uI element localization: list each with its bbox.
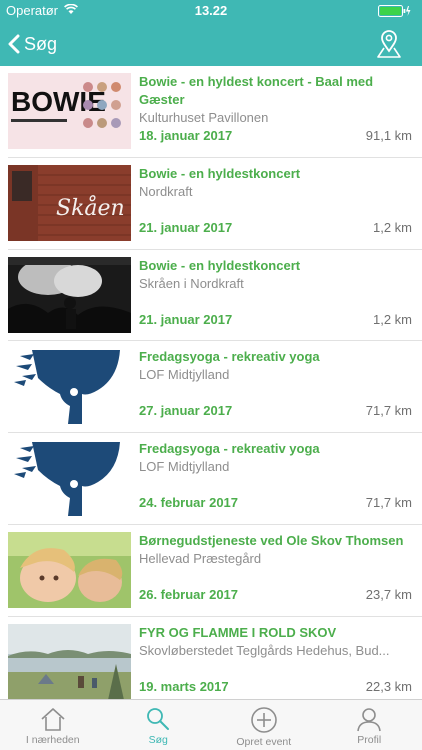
event-venue: Nordkraft: [139, 183, 193, 199]
event-date: 27. januar 2017: [139, 403, 233, 419]
status-bar: Operatør 13.22: [0, 0, 422, 22]
event-thumbnail: [8, 531, 131, 608]
event-thumbnail: [8, 348, 131, 425]
event-date: 18. januar 2017: [139, 128, 233, 143]
event-row[interactable]: Skåen Bowie - en hyldestkoncert Nordkraf…: [8, 158, 422, 250]
event-title: Fredagsyoga - rekreativ yoga: [139, 441, 320, 457]
event-row[interactable]: Bowie - en hyldestkoncert Skråen i Nordk…: [8, 250, 422, 342]
navigation-bar: Søg: [0, 22, 422, 66]
bowie-poster-text: BOWIE: [11, 86, 106, 117]
battery-icon: [378, 5, 412, 20]
event-date: 24. februar 2017: [139, 495, 239, 511]
tab-label: Opret event: [236, 736, 292, 748]
map-pin-icon: [377, 30, 401, 58]
event-distance: 1,2 km: [372, 311, 412, 327]
clock: 13.22: [194, 3, 228, 18]
event-title: Bowie - en hyldest koncert - Baal med Gæ…: [139, 74, 374, 107]
event-list: BOWIE Bowie - en hyldest koncert - Baal …: [0, 66, 422, 699]
event-date: 19. marts 2017: [139, 678, 229, 694]
map-pin-button[interactable]: [376, 29, 402, 59]
event-title: Bowie - en hyldestkoncert: [139, 165, 301, 181]
chevron-left-icon: [8, 34, 20, 54]
event-thumbnail: Skåen: [8, 164, 131, 241]
event-venue: Skråen i Nordkraft: [139, 275, 244, 291]
search-icon: [147, 708, 170, 730]
tab-bar: I nærheden Søg Opret event Profil: [0, 699, 422, 750]
event-thumbnail: BOWIE: [8, 73, 131, 149]
back-button-label: Søg: [24, 33, 58, 54]
event-title: Fredagsyoga - rekreativ yoga: [139, 349, 320, 365]
back-button[interactable]: Søg: [8, 30, 57, 58]
tab-label: Søg: [148, 734, 168, 746]
event-distance: 23,7 km: [365, 586, 412, 602]
tab-search[interactable]: Søg: [106, 700, 212, 750]
event-venue: Hellevad Præstegård: [139, 550, 262, 566]
tab-label: Profil: [357, 734, 382, 746]
event-venue: LOF Midtjylland: [139, 459, 230, 475]
event-row[interactable]: FYR OG FLAMME I ROLD SKOV Skovløberstede…: [8, 617, 422, 699]
event-title: FYR OG FLAMME I ROLD SKOV: [139, 624, 337, 640]
event-date: 21. januar 2017: [139, 311, 233, 327]
event-title: Bowie - en hyldestkoncert: [139, 257, 301, 273]
event-date: 26. februar 2017: [139, 586, 239, 602]
event-distance: 22,3 km: [365, 678, 412, 694]
tab-nearby[interactable]: I nærheden: [0, 700, 106, 750]
event-thumbnail: [8, 440, 131, 517]
event-thumbnail: [8, 256, 131, 333]
event-venue: Kulturhuset Pavillonen: [139, 110, 269, 125]
event-distance: 91,1 km: [365, 128, 412, 143]
event-row[interactable]: Børnegudstjeneste ved Ole Skov Thomsen H…: [8, 525, 422, 617]
event-row[interactable]: Fredagsyoga - rekreativ yoga LOF Midtjyl…: [8, 433, 422, 525]
plus-circle-icon: [250, 707, 277, 733]
tab-profile[interactable]: Profil: [317, 700, 422, 750]
sign-text: Skåen: [56, 194, 125, 221]
event-venue: LOF Midtjylland: [139, 367, 230, 383]
event-distance: 1,2 km: [372, 219, 412, 235]
event-row[interactable]: BOWIE Bowie - en hyldest koncert - Baal …: [8, 66, 422, 158]
event-distance: 71,7 km: [365, 403, 412, 419]
tab-create-event[interactable]: Opret event: [211, 700, 317, 750]
event-date: 21. januar 2017: [139, 219, 233, 235]
event-title: Børnegudstjeneste ved Ole Skov Thomsen: [139, 532, 404, 548]
tab-label: I nærheden: [25, 734, 80, 746]
event-distance: 71,7 km: [365, 495, 412, 511]
house-icon: [41, 708, 65, 731]
event-row[interactable]: Fredagsyoga - rekreativ yoga LOF Midtjyl…: [8, 341, 422, 434]
event-thumbnail: [8, 623, 131, 699]
person-icon: [357, 708, 382, 732]
event-venue: Skovløberstedet Teglgårds Hedehus, Bud..…: [139, 642, 390, 658]
